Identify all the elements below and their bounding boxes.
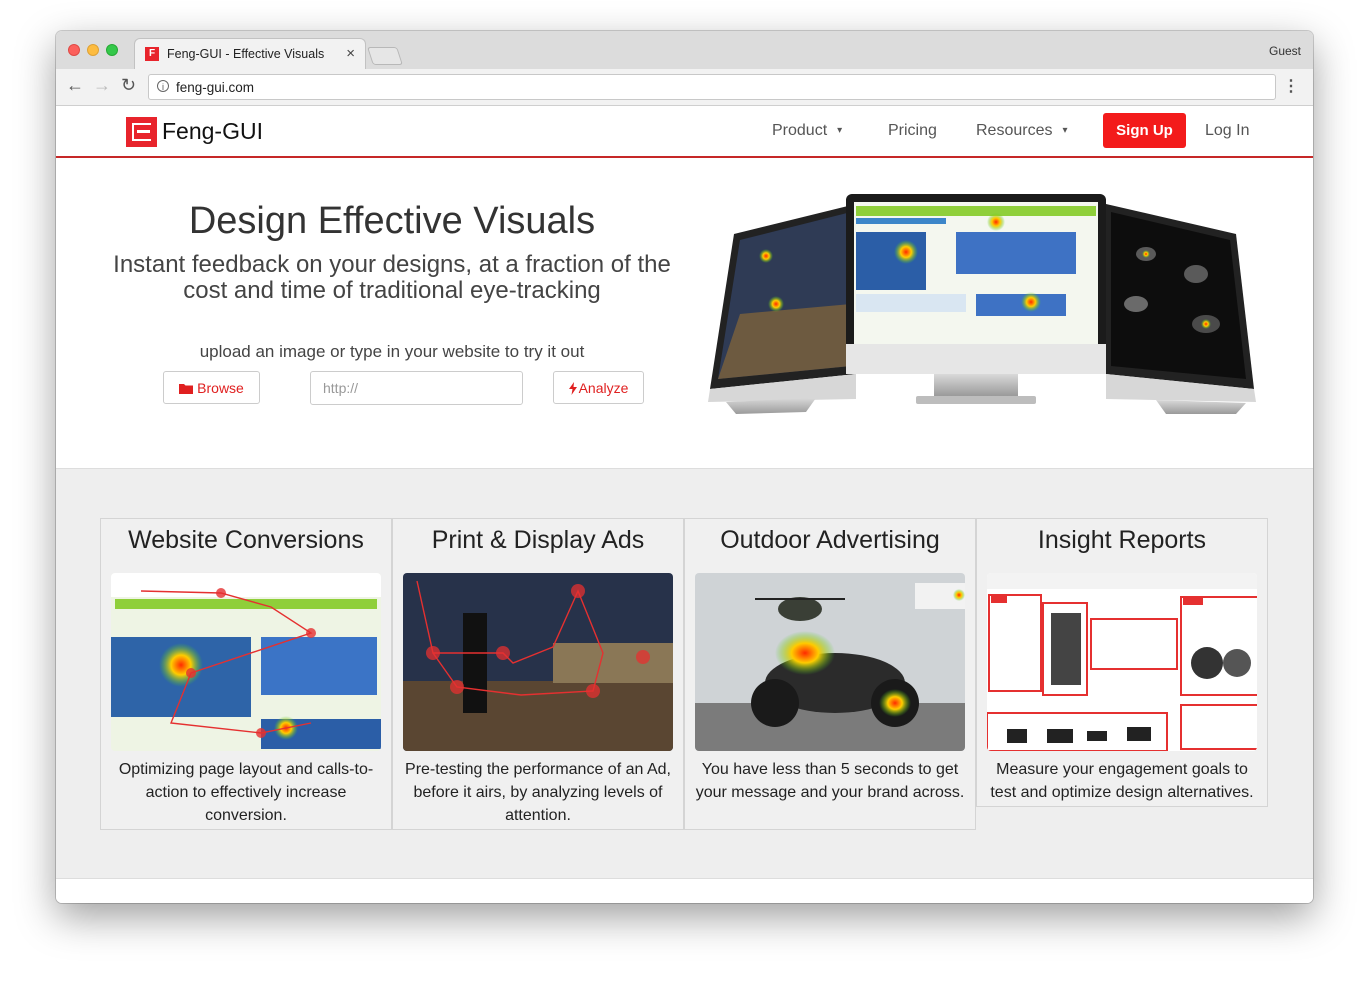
forward-icon[interactable]: → — [93, 75, 111, 96]
cta-text: upload an image or type in your website … — [199, 342, 585, 361]
tab-title: Feng-GUI - Effective Visuals — [167, 47, 325, 61]
feature-description: You have less than 5 seconds to get your… — [695, 761, 965, 801]
chevron-down-icon: ▾ — [837, 125, 843, 137]
tab-bar: F Feng-GUI - Effective Visuals × Guest — [56, 31, 1313, 70]
nav-resources[interactable]: Resources ▾ — [976, 122, 1068, 140]
site-header: Feng-GUI Product ▾ Pricing Resources ▾ Sig… — [56, 106, 1313, 158]
feature-description: Optimizing page layout and calls-to-acti… — [118, 761, 374, 824]
reload-icon[interactable]: ↻ — [121, 75, 136, 96]
browse-button[interactable]: Browse — [163, 371, 260, 404]
signup-button[interactable]: Sign Up — [1103, 113, 1186, 148]
chevron-down-icon: ▾ — [1062, 125, 1068, 137]
feature-title: Insight Reports — [1037, 526, 1207, 554]
feature-title: Website Conversions — [128, 526, 364, 554]
monitors-illustration — [708, 194, 1256, 414]
nav-product-label: Product — [772, 122, 828, 139]
browser-menu-icon[interactable]: ⋮ — [1283, 76, 1299, 96]
browse-label: Browse — [197, 380, 244, 396]
login-link[interactable]: Log In — [1205, 122, 1249, 140]
feature-image — [987, 573, 1257, 751]
hero-subtitle: Instant feedback on your designs, at a f… — [113, 251, 671, 304]
feature-image — [695, 573, 965, 751]
hero-section: Design Effective Visuals Instant feedbac… — [56, 158, 1313, 468]
feature-card-insight-reports[interactable]: Insight Reports Measure your engagement … — [976, 518, 1268, 807]
browser-toolbar: ← → ↻ i feng-gui.com ⋮ — [56, 69, 1313, 106]
feature-card-print-display-ads[interactable]: Print & Display Ads Pre-testing the perf… — [392, 518, 684, 830]
url-input[interactable] — [310, 371, 523, 405]
bolt-icon — [568, 382, 577, 395]
address-text[interactable]: feng-gui.com — [176, 80, 254, 95]
nav-product[interactable]: Product ▾ — [772, 122, 842, 140]
feature-description: Measure your engagement goals to test an… — [990, 761, 1254, 801]
address-bar[interactable]: i feng-gui.com — [148, 74, 1276, 100]
back-icon[interactable]: ← — [66, 75, 84, 96]
folder-icon — [179, 384, 194, 394]
tab-close-icon[interactable]: × — [346, 45, 355, 62]
page-bottom — [56, 878, 1313, 903]
feature-description: Pre-testing the performance of an Ad, be… — [405, 761, 671, 824]
favicon-icon: F — [145, 47, 159, 61]
browser-window: F Feng-GUI - Effective Visuals × Guest ←… — [56, 31, 1313, 903]
close-window-button[interactable] — [68, 44, 80, 56]
logo-icon[interactable] — [126, 117, 157, 147]
nav-resources-label: Resources — [976, 122, 1053, 139]
minimize-window-button[interactable] — [87, 44, 99, 56]
logo-text[interactable]: Feng-GUI — [162, 118, 263, 145]
nav-pricing[interactable]: Pricing — [888, 122, 937, 140]
new-tab-button[interactable] — [367, 47, 403, 65]
feature-title: Outdoor Advertising — [720, 526, 940, 554]
analyze-label: Analyze — [578, 380, 629, 396]
feature-card-outdoor-advertising[interactable]: Outdoor Advertising You have less than 5 — [684, 518, 976, 830]
hero-title: Design Effective Visuals — [188, 200, 596, 242]
features-section: Website Conversions Optimizing page layo… — [56, 468, 1313, 879]
zoom-window-button[interactable] — [106, 44, 118, 56]
feature-image — [403, 573, 673, 751]
info-icon[interactable]: i — [157, 80, 169, 92]
profile-label[interactable]: Guest — [1269, 44, 1301, 58]
feature-title: Print & Display Ads — [431, 526, 645, 554]
feature-card-website-conversions[interactable]: Website Conversions Optimizing page layo… — [100, 518, 392, 830]
browser-tab[interactable]: F Feng-GUI - Effective Visuals × — [134, 38, 366, 69]
analyze-button[interactable]: Analyze — [553, 371, 644, 404]
feature-image — [111, 573, 381, 751]
